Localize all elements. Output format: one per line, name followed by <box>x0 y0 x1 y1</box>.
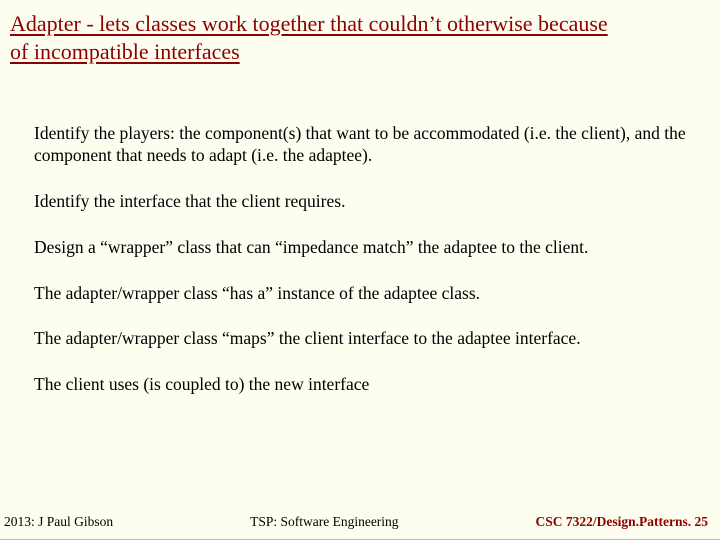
bullet-point: The client uses (is coupled to) the new … <box>34 374 690 396</box>
slide-footer: 2013: J Paul Gibson TSP: Software Engine… <box>0 514 720 530</box>
bullet-point: Identify the players: the component(s) t… <box>34 123 690 167</box>
bullet-point: Design a “wrapper” class that can “imped… <box>34 237 690 259</box>
slide-body: Identify the players: the component(s) t… <box>10 123 710 396</box>
slide-title: Adapter - lets classes work together tha… <box>10 10 710 65</box>
footer-course: TSP: Software Engineering <box>250 514 398 530</box>
bullet-point: The adapter/wrapper class “maps” the cli… <box>34 328 690 350</box>
footer-page: CSC 7322/Design.Patterns. 25 <box>536 514 709 530</box>
bullet-point: Identify the interface that the client r… <box>34 191 690 213</box>
slide: Adapter - lets classes work together tha… <box>0 0 720 540</box>
bullet-point: The adapter/wrapper class “has a” instan… <box>34 283 690 305</box>
footer-author: 2013: J Paul Gibson <box>4 514 113 530</box>
